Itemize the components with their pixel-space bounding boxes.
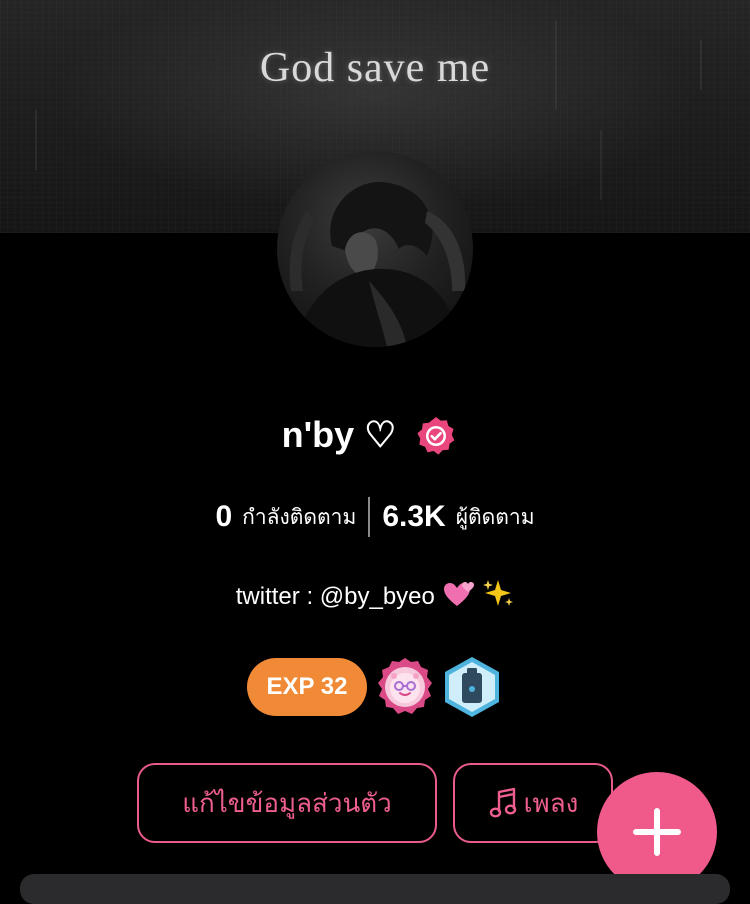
verified-badge-icon [417, 417, 455, 455]
music-button[interactable]: เพลง [453, 763, 613, 843]
two-hearts-emoji-icon [443, 582, 474, 606]
music-label: เพลง [523, 788, 579, 819]
following-count[interactable]: 0 [215, 500, 232, 534]
followers-count[interactable]: 6.3K [382, 500, 445, 534]
content-tabs-bar[interactable] [20, 874, 730, 904]
avatar[interactable] [277, 151, 473, 347]
plus-icon [633, 808, 681, 856]
bio: twitter : @by_byeo [0, 578, 750, 611]
pink-flower-badge-icon[interactable] [374, 656, 436, 718]
name-row: n'by ♡ [0, 408, 750, 462]
edit-profile-label: แก้ไขข้อมูลส่วนตัว [182, 788, 392, 819]
profile-stats: 0 กำลังติดตาม 6.3K ผู้ติดตาม [0, 494, 750, 540]
stats-divider [368, 497, 371, 537]
exp-badge[interactable]: EXP 32 [247, 658, 367, 716]
display-name: n'by ♡ [281, 414, 397, 455]
music-note-icon [489, 787, 516, 818]
sparkles-emoji-icon [483, 580, 514, 606]
blue-hexagon-badge-icon[interactable] [440, 655, 504, 719]
bio-text: twitter : @by_byeo [235, 583, 435, 610]
followers-label[interactable]: ผู้ติดตาม [456, 501, 535, 534]
following-label[interactable]: กำลังติดตาม [242, 501, 356, 534]
edit-profile-button[interactable]: แก้ไขข้อมูลส่วนตัว [137, 763, 437, 843]
cover-text: God save me [259, 45, 491, 91]
